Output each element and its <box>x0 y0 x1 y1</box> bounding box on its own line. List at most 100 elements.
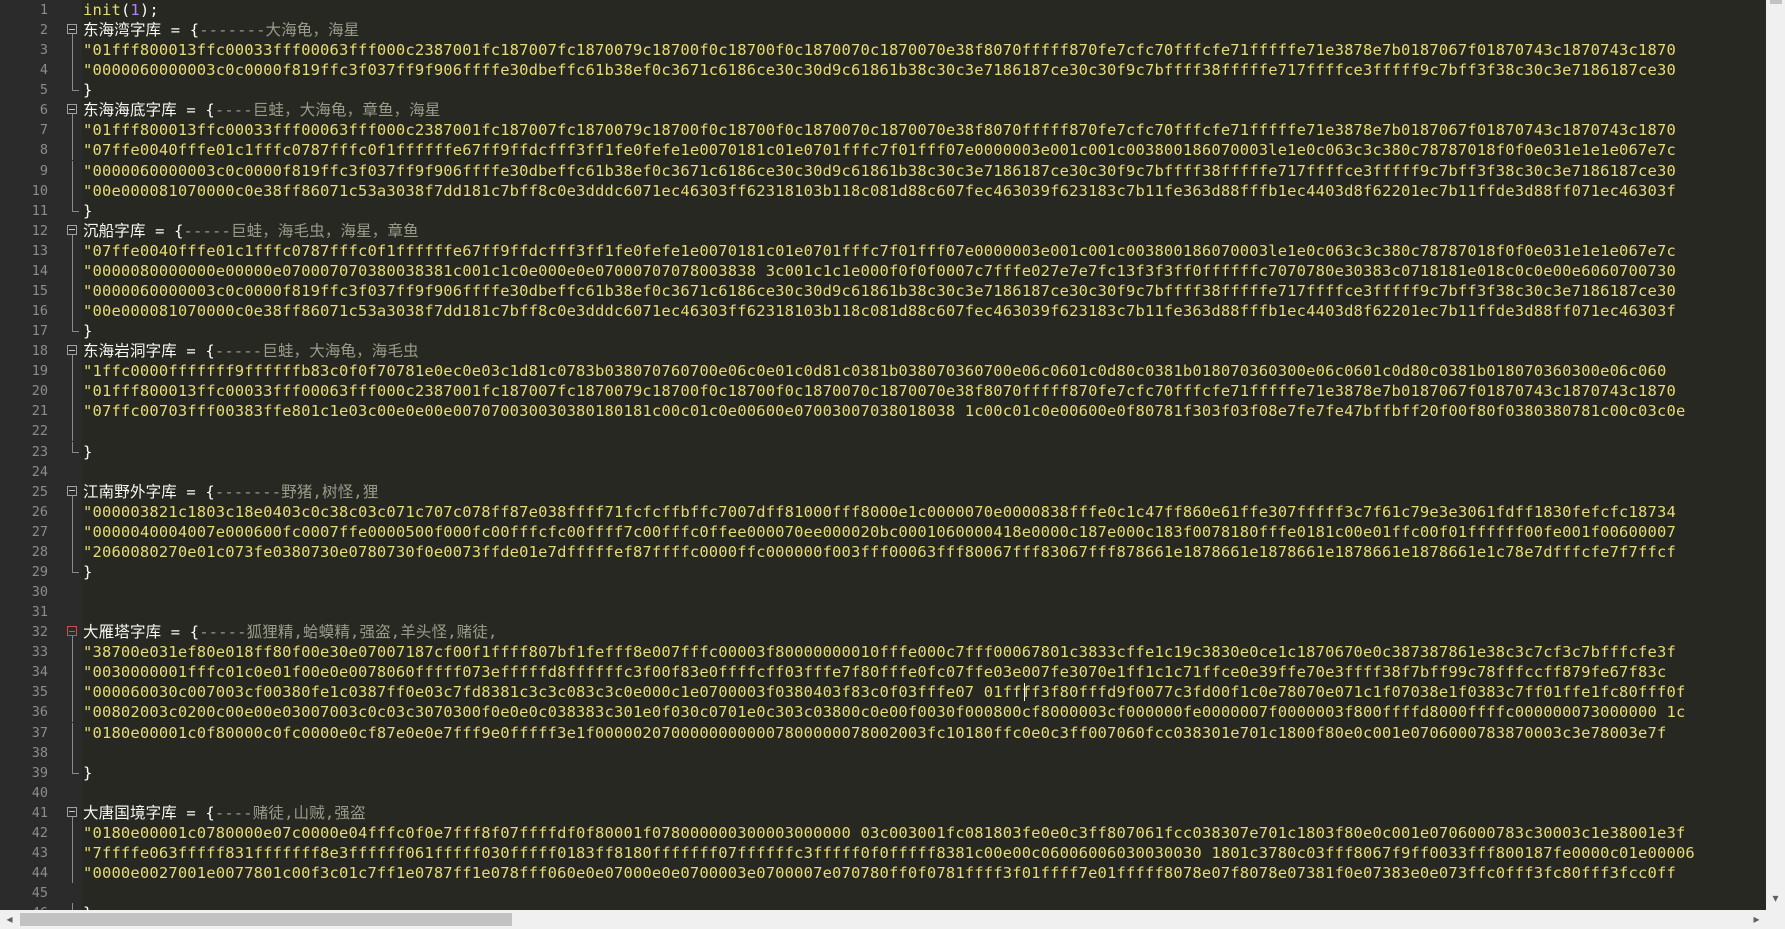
arrow-down-icon[interactable]: ▾ <box>1766 889 1785 908</box>
code-token: "00e000081070000c0e38ff86071c53a3038f7dd… <box>83 302 1676 321</box>
code-line[interactable]: 44 "0000e0027001e0077801c00f3c01c7ff1e078… <box>0 863 1766 883</box>
code-line[interactable]: 34 "0030000001fffc01c0e01f00e0e0078060fff… <box>0 662 1766 683</box>
fold-guide-line <box>72 361 73 382</box>
code-token: "0000060000003c0c0000f819ffc3f037ff9f906… <box>83 61 1676 80</box>
code-line[interactable]: 28 "2060080270e01c073fe0380730e0780730f0e… <box>0 541 1766 562</box>
code-line[interactable]: 18 东海岩洞字库 = {-----巨蛙，大海龟，海毛虫 <box>0 341 1766 362</box>
code-line[interactable]: 6 东海海底字库 = {----巨蛙，大海龟，章鱼，海星 <box>0 100 1766 121</box>
code-line[interactable]: 26 "000003821c1803c18e0403c0c38c03c071c70… <box>0 501 1766 522</box>
fold-minus-icon[interactable] <box>67 24 77 35</box>
line-number: 16 <box>31 303 48 320</box>
code-line[interactable]: 24 <box>0 462 1766 482</box>
line-number: 46 <box>0 903 48 910</box>
fold-minus-icon[interactable] <box>67 224 77 235</box>
code-line[interactable]: 1 init(1); <box>0 0 1766 20</box>
code-line[interactable]: 15 "0000060000003c0c0000f819ffc3f037ff9f9… <box>0 280 1766 301</box>
code-line[interactable]: 2 东海湾字库 = {-------大海龟，海星 <box>0 20 1766 41</box>
fold-guide-line <box>72 200 73 211</box>
code-line[interactable]: 41 大唐国境字库 = {----赌徒,山贼,强盗 <box>0 803 1766 823</box>
fold-minus-icon[interactable] <box>67 104 77 115</box>
code-line[interactable]: 13 "07ffe0040fffe01c1fffc0787fffc0f1fffff… <box>0 240 1766 261</box>
arrow-right-icon[interactable]: ▸ <box>1747 910 1766 929</box>
code-text: "7ffffe063fffff831fffffff8e3ffffff061fff… <box>83 843 1695 863</box>
code-text: "01fff800013ffc00033fff00063fff000c23870… <box>83 120 1676 140</box>
code-text: "000003821c1803c18e0403c0c38c03c071c707c… <box>83 502 1676 522</box>
code-line[interactable]: 20 "01fff800013ffc00033fff00063fff000c238… <box>0 381 1766 402</box>
code-line[interactable]: 21 "07ffc00703fff00383ffe801c1e03c00e0e00… <box>0 401 1766 422</box>
code-line[interactable]: 7 "01fff800013ffc00033fff00063fff000c2387… <box>0 120 1766 141</box>
code-line[interactable]: 29} <box>0 561 1766 582</box>
code-line[interactable]: 25 江南野外字库 = {-------野猪,树怪,狸 <box>0 482 1766 502</box>
code-token: = <box>186 482 206 501</box>
code-line[interactable]: 33 "38700e031ef80e018ff80f00e30e07007187c… <box>0 642 1766 663</box>
code-line[interactable]: 40 <box>0 783 1766 803</box>
code-line[interactable]: 9 "0000060000003c0c0000f819ffc3f037ff9f90… <box>0 160 1766 181</box>
fold-guide-line <box>72 180 73 201</box>
code-line[interactable]: 35 "000060030c007003cf00380fe1c0387ff0e03… <box>0 682 1766 703</box>
code-line[interactable]: 8 "07ffe0040fffe01c1fffc0787fffc0f1ffffff… <box>0 140 1766 161</box>
code-line[interactable]: 31 <box>0 602 1766 622</box>
line-number: 39 <box>31 764 48 781</box>
code-text: "0000060000003c0c0000f819ffc3f037ff9f906… <box>83 161 1676 181</box>
code-token: "38700e031ef80e018ff80f00e30e07007187cf0… <box>83 643 1676 662</box>
code-token: "000060030c007003cf00380fe1c0387ff0e03c7… <box>83 683 1686 702</box>
code-line[interactable]: 42 "0180e00001c0780000e07c0000e04fffc0f0e… <box>0 822 1766 843</box>
code-line[interactable]: 30 <box>0 582 1766 602</box>
code-text: 东海湾字库 = {-------大海龟，海星 <box>83 20 359 40</box>
code-line[interactable]: 19 "1ffc0000fffffff9ffffffb83c0f0f70781e0… <box>0 361 1766 382</box>
code-line[interactable]: 14 "0000080000000e00000e07000707038003838… <box>0 260 1766 281</box>
code-token: { <box>189 623 200 642</box>
vertical-scrollbar[interactable] <box>1766 0 1785 910</box>
arrow-left-icon[interactable]: ◂ <box>0 910 19 929</box>
code-token: ); <box>139 1 159 19</box>
code-line[interactable]: 11} <box>0 200 1766 221</box>
line-number: 30 <box>31 584 48 601</box>
code-token: "0030000001fffc01c0e01f00e0e0078060fffff… <box>83 663 1667 682</box>
code-token: ----巨蛙，大海龟，章鱼，海星 <box>214 101 441 120</box>
code-line[interactable]: 38 <box>0 742 1766 763</box>
code-line[interactable]: 16 "00e000081070000c0e38ff86071c53a3038f7… <box>0 301 1766 322</box>
code-editor[interactable]: 1 init(1); 2 东海湾字库 = {-------大海龟，海星 3 "01fff8… <box>0 0 1766 910</box>
code-text: init(1); <box>83 0 159 20</box>
code-line[interactable]: 32 大雁塔字库 = {-----狐狸精,蛤蟆精,强盗,羊头怪,赌徒, <box>0 622 1766 643</box>
code-line[interactable]: 5} <box>0 80 1766 100</box>
code-token: "01fff800013ffc00033fff00063fff000c23870… <box>83 121 1676 140</box>
code-token: "000003821c1803c18e0403c0c38c03c071c707c… <box>83 502 1676 521</box>
code-text: "1ffc0000fffffff9ffffffb83c0f0f70781e0ec… <box>83 361 1666 381</box>
fold-end-tick <box>72 571 79 573</box>
code-line[interactable]: 23} <box>0 441 1766 462</box>
code-line[interactable]: 4 "0000060000003c0c0000f819ffc3f037ff9f90… <box>0 60 1766 81</box>
vertical-scroll-thumb[interactable] <box>1770 0 1782 4</box>
code-line[interactable]: 45 <box>0 883 1766 903</box>
line-number: 29 <box>31 563 48 580</box>
code-line[interactable]: 3 "01fff800013ffc00033fff00063fff000c2387… <box>0 40 1766 61</box>
code-line[interactable]: 43 "7ffffe063fffff831fffffff8e3ffffff061f… <box>0 842 1766 863</box>
code-token: 大唐国境字库 <box>83 803 187 822</box>
code-token: = <box>170 623 190 642</box>
code-line[interactable]: 46} <box>0 903 1766 910</box>
fold-minus-icon[interactable] <box>67 485 77 496</box>
code-line[interactable]: 37 "0180e00001c0f80000c0fc0000e0cf87e0e0e… <box>0 722 1766 743</box>
code-token: "0000080000000e00000e070007070380038381c… <box>83 261 1676 280</box>
fold-minus-icon[interactable] <box>67 806 77 817</box>
code-line[interactable]: 17} <box>0 321 1766 341</box>
code-text: } <box>83 80 92 100</box>
fold-guide-line <box>72 842 73 863</box>
code-line[interactable]: 36 "00802003c0200c00e00e03007003c0c03c307… <box>0 702 1766 723</box>
line-number: 18 <box>31 343 48 360</box>
fold-guide-line <box>72 642 73 663</box>
fold-minus-icon[interactable] <box>67 626 77 637</box>
fold-guide-line <box>72 280 73 301</box>
code-token: 1 <box>130 1 140 19</box>
code-line[interactable]: 10 "00e000081070000c0e38ff86071c53a3038f7… <box>0 180 1766 201</box>
code-line[interactable]: 12 沉船字库 = {-----巨蛙，海毛虫，海星，章鱼 <box>0 221 1766 241</box>
code-line[interactable]: 22 <box>0 421 1766 442</box>
line-number: 14 <box>31 262 48 279</box>
code-text: "0180e00001c0780000e07c0000e04fffc0f0e7f… <box>83 823 1685 843</box>
code-line[interactable]: 39} <box>0 762 1766 783</box>
code-line[interactable]: 27 "0000040004007e000600fc0007ffe0000500f… <box>0 521 1766 542</box>
horizontal-scroll-thumb[interactable] <box>20 913 512 926</box>
line-number: 25 <box>31 483 48 500</box>
fold-minus-icon[interactable] <box>67 345 77 356</box>
code-token: 江南野外字库 <box>83 482 187 501</box>
